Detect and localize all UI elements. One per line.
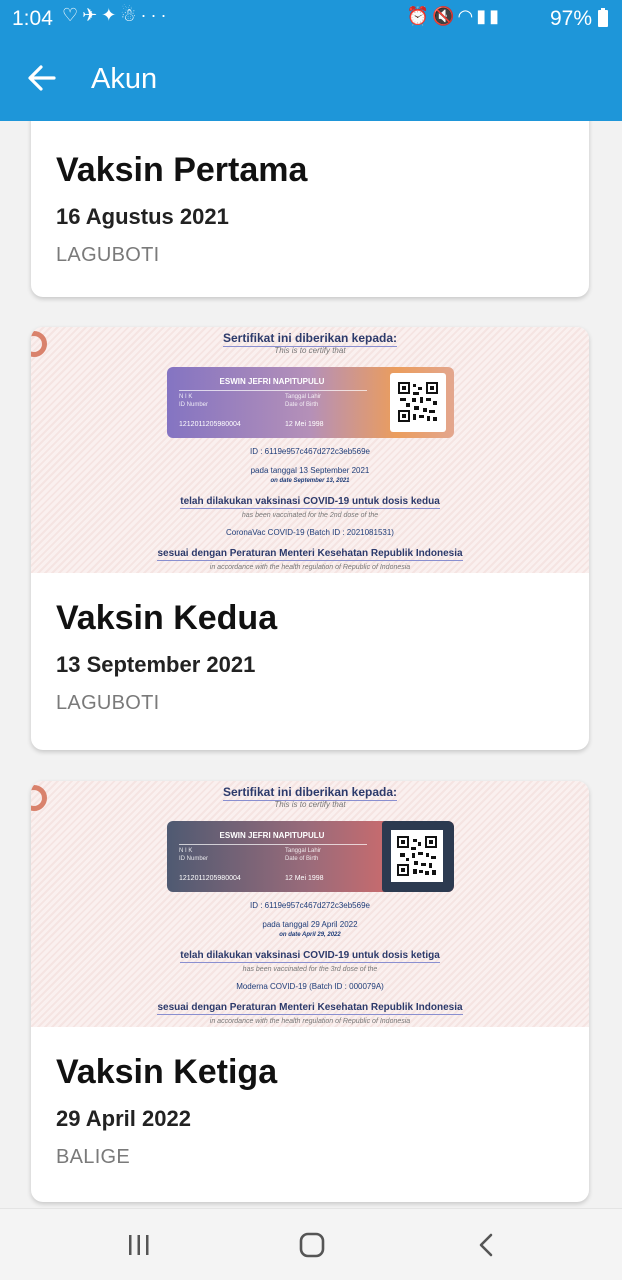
vaccine-card-first[interactable]: Vaksin Pertama 16 Agustus 2021 LAGUBOTI — [31, 121, 589, 297]
cert-id: ID : 6119e957c467d272c3eb569e — [250, 447, 370, 456]
cert-nik-label: N I K — [179, 394, 193, 400]
cert-subtitle: This is to certify that — [274, 800, 346, 809]
cert-id-card: ESWIN JEFRI NAPITUPULU N I K ID Number T… — [167, 821, 454, 892]
battery-icon — [598, 8, 608, 27]
home-icon[interactable] — [292, 1231, 332, 1261]
battery-percent: 97% — [549, 7, 592, 30]
cert-dob-sublabel: Date of Birth — [285, 856, 319, 862]
cert-regulation-en: in accordance with the health regulation… — [209, 564, 411, 571]
cert-regulation: sesuai dengan Peraturan Menteri Kesehata… — [157, 548, 463, 561]
notification-icons: ♡✈✦☃··· — [62, 5, 170, 26]
cert-title: Sertifikat ini diberikan kepada: — [222, 331, 398, 347]
back-arrow-icon[interactable] — [26, 58, 58, 98]
vaccine-certificate-image[interactable]: Sertifikat ini diberikan kepada: This is… — [31, 327, 589, 573]
recent-apps-icon[interactable] — [119, 1231, 159, 1261]
more-dots-icon: ··· — [140, 5, 171, 25]
divider — [179, 844, 367, 845]
cert-holder-name: ESWIN JEFRI NAPITUPULU — [219, 377, 325, 386]
system-nav-bar — [0, 1208, 622, 1280]
cert-nik: 1212011205980004 — [179, 421, 241, 428]
cert-date-en: on date September 13, 2021 — [270, 478, 350, 484]
cert-dob-sublabel: Date of Birth — [285, 402, 319, 408]
vaccine-date: 13 September 2021 — [56, 652, 256, 677]
cert-dob: 12 Mei 1998 — [285, 421, 324, 428]
dating-app-icon: ♡ — [62, 5, 83, 25]
app-bar: Akun — [0, 38, 622, 121]
vaccine-location: LAGUBOTI — [56, 692, 160, 714]
divider — [179, 390, 367, 391]
cert-nik-sublabel: ID Number — [179, 856, 209, 862]
cert-holder-name: ESWIN JEFRI NAPITUPULU — [219, 831, 325, 840]
cert-dob: 12 Mei 1998 — [285, 875, 324, 882]
bird-icon: ✈ — [82, 5, 102, 25]
signal-icon: ▮ — [476, 6, 490, 26]
vaccine-card-third[interactable]: Sertifikat ini diberikan kepada: This is… — [31, 781, 589, 1202]
cert-regulation-en: in accordance with the health regulation… — [209, 1018, 411, 1025]
cert-date: pada tanggal 13 September 2021 — [250, 466, 370, 475]
vaccine-list[interactable]: Vaksin Pertama 16 Agustus 2021 LAGUBOTI … — [0, 121, 622, 1208]
page-title: Akun — [91, 63, 158, 95]
cert-vaccinated-en: has been vaccinated for the 2nd dose of … — [241, 512, 379, 519]
cert-vaccinated: telah dilakukan vaksinasi COVID-19 untuk… — [180, 496, 440, 509]
alarm-icon: ⏰ — [406, 6, 433, 26]
cert-title: Sertifikat ini diberikan kepada: — [222, 785, 398, 801]
android-icon: ☃ — [120, 5, 141, 25]
qr-code-frame — [390, 373, 446, 432]
cert-date: pada tanggal 29 April 2022 — [262, 920, 358, 929]
cert-vaccinated: telah dilakukan vaksinasi COVID-19 untuk… — [180, 950, 440, 963]
cert-nik-label: N I K — [179, 848, 193, 854]
cert-dob-label: Tanggal Lahir — [285, 848, 322, 854]
signal-icon: ▮ — [489, 6, 502, 26]
status-bar: 1:04 ♡✈✦☃··· ⏰🔇◠▮▮ 97% — [0, 0, 622, 38]
vaccine-location: LAGUBOTI — [56, 244, 160, 266]
wifi-icon: ◠ — [457, 6, 477, 26]
system-icons: ⏰🔇◠▮▮ — [407, 6, 502, 27]
cert-nik: 1212011205980004 — [179, 875, 241, 882]
cert-id-card: ESWIN JEFRI NAPITUPULU N I K ID Number T… — [167, 367, 454, 438]
cert-batch: CoronaVac COVID-19 (Batch ID : 202108153… — [226, 528, 394, 537]
qr-code-icon — [398, 382, 438, 422]
cert-vaccinated-en: has been vaccinated for the 3rd dose of … — [242, 966, 378, 973]
vaccine-name: Vaksin Kedua — [56, 599, 278, 637]
top-bar: 1:04 ♡✈✦☃··· ⏰🔇◠▮▮ 97% Akun — [0, 0, 622, 121]
cert-batch: Moderna COVID-19 (Batch ID : 000079A) — [236, 982, 384, 991]
vaccine-card-second[interactable]: Sertifikat ini diberikan kepada: This is… — [31, 327, 589, 750]
status-time: 1:04 — [12, 7, 53, 30]
back-icon[interactable] — [466, 1231, 506, 1261]
vaccine-date: 29 April 2022 — [56, 1106, 191, 1131]
cert-dob-label: Tanggal Lahir — [285, 394, 322, 400]
qr-code-frame — [382, 821, 454, 892]
vaccine-certificate-image[interactable]: Sertifikat ini diberikan kepada: This is… — [31, 781, 589, 1027]
vaccine-name: Vaksin Ketiga — [56, 1053, 278, 1091]
cert-regulation: sesuai dengan Peraturan Menteri Kesehata… — [157, 1002, 463, 1015]
cert-subtitle: This is to certify that — [274, 346, 346, 355]
cert-nik-sublabel: ID Number — [179, 402, 209, 408]
cert-date-en: on date April 29, 2022 — [279, 932, 341, 938]
mute-icon: 🔇 — [432, 6, 458, 26]
vaccine-name: Vaksin Pertama — [56, 151, 308, 189]
qr-code-icon — [397, 836, 437, 876]
vaccine-location: BALIGE — [56, 1146, 131, 1168]
bird-alt-icon: ✦ — [101, 5, 121, 25]
vaccine-date: 16 Agustus 2021 — [56, 204, 229, 229]
cert-id: ID : 6119e957c467d272c3eb569e — [250, 901, 370, 910]
